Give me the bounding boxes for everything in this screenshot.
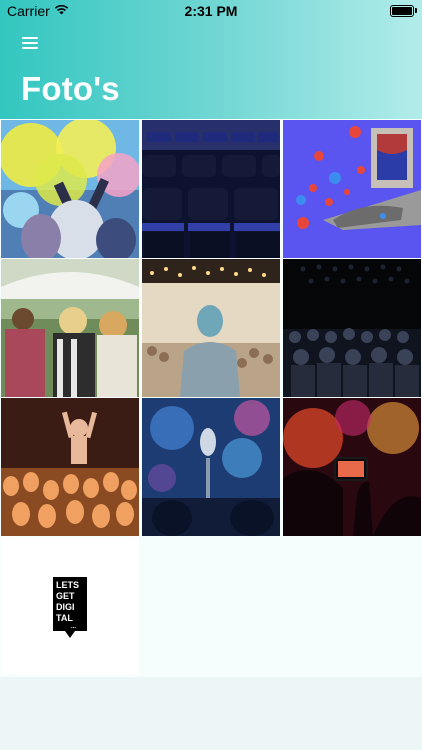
concert-phone-recording-photo	[283, 398, 421, 536]
photo-grid: LETS GET DIGI TAL ...	[0, 119, 422, 677]
status-bar: Carrier 2:31 PM	[0, 0, 422, 22]
status-time: 2:31 PM	[184, 3, 238, 19]
logo-line-1: LETS	[56, 580, 79, 590]
menu-button[interactable]	[22, 37, 40, 51]
logo-line-4: TAL	[56, 613, 73, 623]
page-title: Foto's	[21, 70, 120, 107]
photo-tile[interactable]	[142, 398, 280, 536]
header-bar: Carrier 2:31 PM Foto's	[0, 0, 422, 119]
battery-icon	[390, 5, 414, 17]
photo-tile[interactable]	[1, 259, 139, 397]
photo-tile[interactable]	[1, 120, 139, 258]
photo-tile[interactable]	[283, 120, 421, 258]
photo-tile[interactable]	[283, 259, 421, 397]
speaker-at-event-photo	[142, 259, 280, 397]
photo-tile[interactable]	[283, 398, 421, 536]
stage-microphone-photo	[142, 398, 280, 536]
holi-festival-photo	[1, 120, 139, 258]
festival-crowd-photo	[1, 259, 139, 397]
logo-tile[interactable]: LETS GET DIGI TAL ...	[1, 537, 139, 675]
logo-dots: ...	[71, 624, 76, 630]
theatre-seats-photo	[142, 120, 280, 258]
conference-audience-photo	[283, 259, 421, 397]
battery-tip	[415, 8, 417, 13]
photo-tile[interactable]	[1, 398, 139, 536]
logo-line-2: GET	[56, 591, 75, 601]
concert-crowd-hands-photo	[1, 398, 139, 536]
logo-line-3: DIGI	[56, 602, 75, 612]
lets-get-digital-logo: LETS GET DIGI TAL ...	[53, 577, 87, 638]
photo-tile[interactable]	[142, 120, 280, 258]
livestream-reactions-photo	[283, 120, 421, 258]
photo-tile[interactable]	[142, 259, 280, 397]
grid-footer-space	[0, 677, 422, 750]
